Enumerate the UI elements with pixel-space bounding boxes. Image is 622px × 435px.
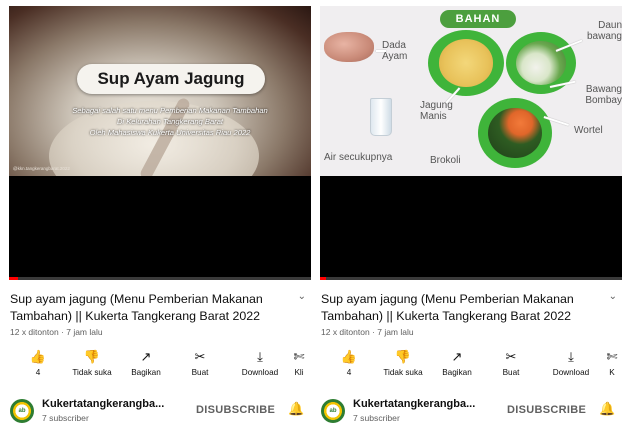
video-meta: 12 x ditonton · 7 jam lalu [321,327,414,337]
download-label: Download [241,368,279,377]
dislike-button[interactable]: 👎 Tidak suka [375,348,431,377]
thumbnail-subline: Sebagai salah satu menu Pemberian Makana… [72,106,268,115]
share-button[interactable]: ↗ Bagikan [429,348,485,377]
download-button[interactable]: ⤓ Download [232,348,288,377]
video-thumbnail[interactable]: Sup Ayam Jagung Sebagai salah satu menu … [9,6,311,176]
subscribed-button[interactable]: DISUBSCRIBE [196,404,275,416]
chicken-breast-image [324,32,374,62]
onion-plate-image [506,32,576,94]
chevron-down-icon[interactable]: ⌄ [298,291,306,302]
thumbnail-heading: BAHAN [440,10,516,28]
share-icon: ↗ [451,349,463,364]
thumbnail-credit: @kkn.tangkerangbarat.2022 [13,166,70,171]
thumbnail-heading: Sup Ayam Jagung [77,64,265,94]
ingredient-label: Brokoli [430,155,461,166]
water-glass-image [370,98,392,136]
like-count: 4 [35,368,41,377]
download-icon: ⤓ [257,349,263,364]
channel-row: ab Kukertatangkerangba... 7 subscriber D… [10,396,306,428]
like-icon: 👍 [29,349,47,364]
create-icon: ✂ [194,349,206,364]
dislike-icon: 👎 [83,349,101,364]
video-title[interactable]: Sup ayam jagung (Menu Pemberian Makanan … [321,291,603,324]
arrow-icon [376,50,386,52]
like-button[interactable]: 👍 4 [10,348,66,377]
dislike-label: Tidak suka [383,368,423,377]
clip-label: K [609,368,615,377]
video-progress-fill [320,277,327,280]
dislike-label: Tidak suka [72,368,112,377]
ingredient-label: Wortel [574,125,603,136]
like-icon: 👍 [340,349,358,364]
channel-avatar[interactable]: ab [321,399,345,423]
create-icon: ✂ [505,349,517,364]
share-icon: ↗ [140,349,152,364]
dislike-icon: 👎 [394,349,412,364]
dislike-button[interactable]: 👎 Tidak suka [64,348,120,377]
video-title[interactable]: Sup ayam jagung (Menu Pemberian Makanan … [10,291,292,324]
subscribed-button[interactable]: DISUBSCRIBE [507,404,586,416]
download-label: Download [552,368,590,377]
ingredient-label: Bawang Bombay [585,84,622,106]
clip-button[interactable]: ✄ K [603,348,621,377]
ingredient-label: Daun bawang [586,20,622,42]
create-label: Buat [502,368,520,377]
channel-name[interactable]: Kukertatangkerangba... [353,398,493,410]
download-button[interactable]: ⤓ Download [543,348,599,377]
subscriber-count: 7 subscriber [42,413,89,423]
video-progress-fill [9,277,19,280]
clip-button[interactable]: ✄ Kli [288,348,310,377]
action-bar: 👍 4 👎 Tidak suka ↗ Bagikan ✂ Buat ⤓ Down… [10,348,310,384]
chevron-down-icon[interactable]: ⌄ [609,291,617,302]
share-label: Bagikan [442,368,472,377]
share-button[interactable]: ↗ Bagikan [118,348,174,377]
subscriber-count: 7 subscriber [353,413,400,423]
clip-icon: ✄ [606,349,618,364]
video-panel-right: BAHAN Dada Ayam Air secukupnya Daun bawa… [311,0,622,435]
create-label: Buat [191,368,209,377]
channel-name[interactable]: Kukertatangkerangba... [42,398,182,410]
thumbnail-subline: Di Kelurahan Tangkerang Barat [116,117,224,126]
video-player[interactable]: Sup Ayam Jagung Sebagai salah satu menu … [9,6,311,280]
channel-avatar[interactable]: ab [10,399,34,423]
broccoli-carrot-plate-image [478,98,552,168]
ingredient-label: Air secukupnya [324,152,393,163]
share-label: Bagikan [131,368,161,377]
bell-icon[interactable]: 🔔 [599,401,615,417]
video-progress-bar[interactable] [320,277,622,280]
ingredient-label: Dada Ayam [382,40,408,62]
download-icon: ⤓ [568,349,574,364]
create-button[interactable]: ✂ Buat [483,348,539,377]
channel-row: ab Kukertatangkerangba... 7 subscriber D… [321,396,617,428]
bell-icon[interactable]: 🔔 [288,401,304,417]
video-progress-bar[interactable] [9,277,311,280]
like-button[interactable]: 👍 4 [321,348,377,377]
thumbnail-subline: Oleh Mahasiswa Kukerta Universitas Riau … [89,128,251,137]
action-bar: 👍 4 👎 Tidak suka ↗ Bagikan ✂ Buat ⤓ Down… [321,348,621,384]
clip-icon: ✄ [293,349,305,364]
clip-label: Kli [294,368,304,377]
video-meta: 12 x ditonton · 7 jam lalu [10,327,103,337]
corn-plate-image [428,30,504,96]
create-button[interactable]: ✂ Buat [172,348,228,377]
video-player[interactable]: BAHAN Dada Ayam Air secukupnya Daun bawa… [320,6,622,280]
like-count: 4 [346,368,352,377]
video-panel-left: Sup Ayam Jagung Sebagai salah satu menu … [0,0,311,435]
video-thumbnail[interactable]: BAHAN Dada Ayam Air secukupnya Daun bawa… [320,6,622,176]
ingredient-label: Jagung Manis [420,100,453,122]
